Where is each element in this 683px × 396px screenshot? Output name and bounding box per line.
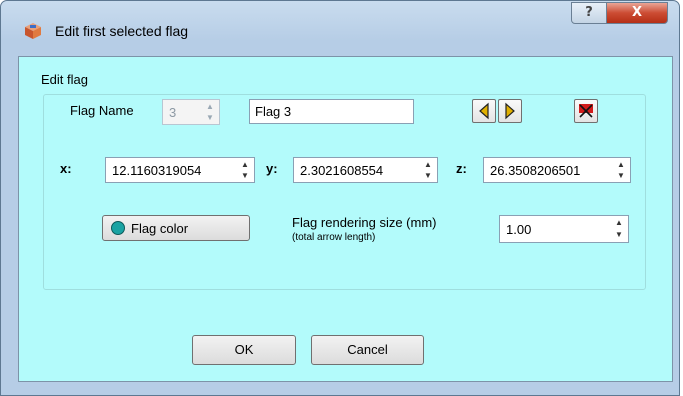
z-value: 26.3508206501 — [490, 163, 581, 178]
spin-down-icon: ▼ — [206, 113, 214, 122]
cancel-label: Cancel — [347, 342, 388, 357]
spin-down-icon[interactable]: ▼ — [237, 170, 253, 181]
flag-index-value: 3 — [169, 105, 177, 120]
z-label: z: — [456, 161, 467, 176]
y-value: 2.3021608554 — [300, 163, 384, 178]
group-title: Edit flag — [41, 72, 88, 87]
spin-up-icon[interactable]: ▲ — [420, 159, 436, 170]
delete-flag-button[interactable] — [574, 99, 598, 123]
spin-down-icon[interactable]: ▼ — [420, 170, 436, 181]
dialog-window: Edit first selected flag ? X Edit flag F… — [0, 0, 680, 396]
close-icon: X — [631, 5, 643, 20]
color-swatch-icon — [111, 221, 125, 235]
flag-name-input[interactable]: Flag 3 — [249, 99, 414, 124]
app-icon — [25, 23, 41, 39]
dialog-client-area: Edit flag Flag Name 3 ▲ ▼ Flag 3 x: 12.1… — [18, 56, 673, 382]
x-value: 12.1160319054 — [112, 163, 202, 178]
spin-up-icon[interactable]: ▲ — [613, 159, 629, 170]
render-size-spinbox[interactable]: 1.00 ▲ ▼ — [499, 215, 629, 243]
spin-up-icon[interactable]: ▲ — [237, 159, 253, 170]
spin-down-icon[interactable]: ▼ — [611, 229, 627, 241]
flag-color-label: Flag color — [131, 221, 189, 236]
spin-up-icon: ▲ — [206, 102, 214, 111]
x-label: x: — [60, 161, 72, 176]
next-flag-icon — [505, 102, 515, 120]
flag-name-value: Flag 3 — [255, 104, 292, 119]
previous-flag-icon — [479, 102, 489, 120]
y-label: y: — [266, 161, 278, 176]
previous-flag-button[interactable] — [472, 99, 496, 123]
ok-button[interactable]: OK — [192, 335, 296, 365]
help-icon: ? — [585, 5, 593, 20]
edit-flag-group: Flag Name 3 ▲ ▼ Flag 3 x: 12.1160319054 … — [43, 94, 646, 290]
flag-name-label: Flag Name — [70, 103, 134, 118]
z-spinbox[interactable]: 26.3508206501 ▲ ▼ — [483, 157, 631, 183]
title-bar[interactable]: Edit first selected flag ? X — [1, 1, 679, 61]
help-button[interactable]: ? — [571, 2, 607, 24]
window-title: Edit first selected flag — [55, 23, 189, 39]
y-spinbox[interactable]: 2.3021608554 ▲ ▼ — [293, 157, 438, 183]
flag-index-spinbox: 3 ▲ ▼ — [162, 99, 220, 125]
spin-up-icon[interactable]: ▲ — [611, 217, 627, 229]
flag-color-button[interactable]: Flag color — [102, 215, 250, 241]
next-flag-button[interactable] — [498, 99, 522, 123]
render-size-sublabel: (total arrow length) — [292, 232, 376, 243]
x-spinbox[interactable]: 12.1160319054 ▲ ▼ — [105, 157, 255, 183]
close-button[interactable]: X — [606, 2, 668, 24]
ok-label: OK — [234, 342, 254, 357]
render-size-value: 1.00 — [506, 222, 532, 237]
spin-down-icon[interactable]: ▼ — [613, 170, 629, 181]
render-size-label: Flag rendering size (mm) — [292, 215, 437, 230]
delete-flag-icon — [579, 104, 593, 118]
cancel-button[interactable]: Cancel — [311, 335, 424, 365]
